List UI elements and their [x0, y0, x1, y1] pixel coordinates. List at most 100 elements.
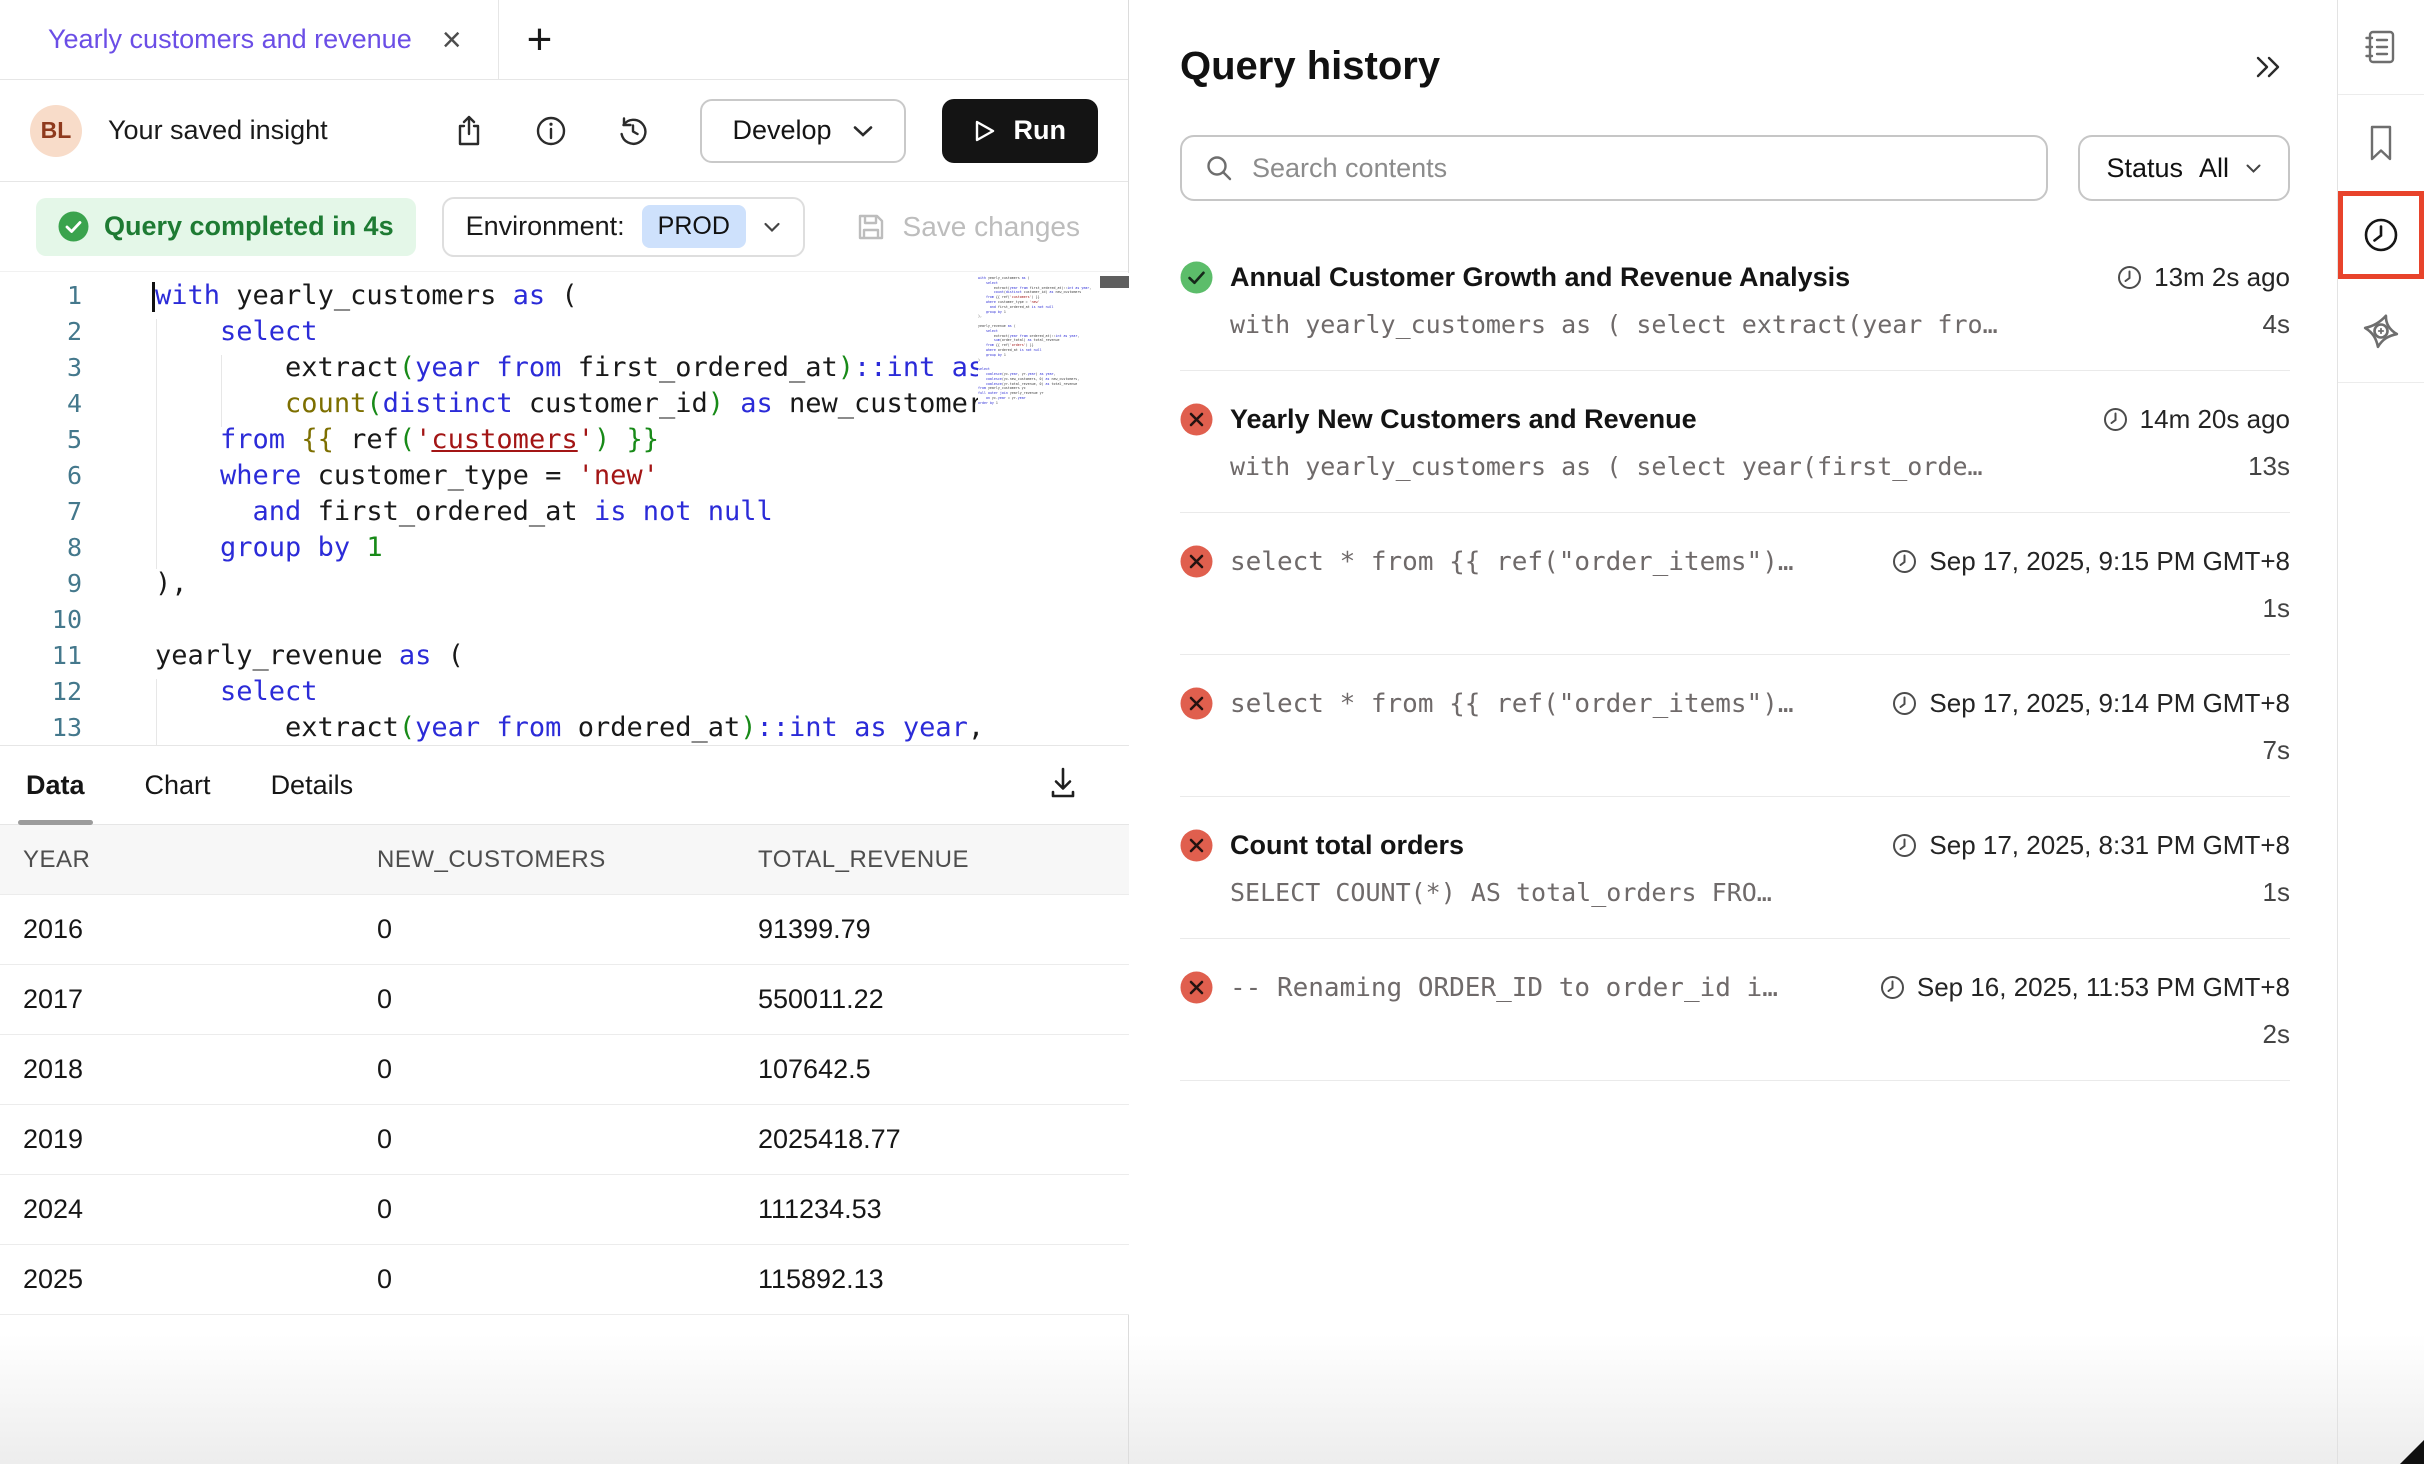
code-line[interactable]: 8 group by 1 — [0, 530, 1129, 566]
code-lines: 1with yearly_customers as (2 select3 ext… — [0, 278, 1129, 745]
sidebar-item-query-history-selected[interactable] — [2338, 191, 2424, 279]
results-table-body: 2016091399.7920170550011.2220180107642.5… — [0, 895, 1129, 1315]
results-table: YEARNEW_CUSTOMERSTOTAL_REVENUE 201609139… — [0, 825, 1129, 1315]
code-line[interactable]: 13 extract(year from ordered_at)::int as… — [0, 710, 1129, 745]
environment-label: Environment: — [466, 211, 625, 242]
history-item[interactable]: Annual Customer Growth and Revenue Analy… — [1180, 229, 2290, 371]
share-icon — [451, 113, 487, 149]
code-line[interactable]: 10 — [0, 602, 1129, 638]
tab-yearly-customers[interactable]: Yearly customers and revenue × — [0, 0, 498, 79]
status-filter-label: Status — [2106, 153, 2183, 184]
sql-code-editor[interactable]: 1with yearly_customers as (2 select3 ext… — [0, 273, 1129, 745]
resize-corner[interactable] — [2400, 1440, 2424, 1464]
history-item[interactable]: -- Renaming ORDER_ID to order_id i…Sep 1… — [1180, 939, 2290, 1081]
editor-minimap[interactable]: with yearly_customers as ( select extrac… — [978, 276, 1084, 406]
collapse-panel-button[interactable] — [2246, 45, 2290, 89]
spark-compass-icon — [2359, 309, 2403, 353]
new-tab-button[interactable]: + — [499, 22, 581, 57]
environment-select[interactable]: Environment: PROD — [442, 197, 805, 257]
clock-icon — [1891, 690, 1918, 717]
table-cell: 2024 — [0, 1194, 377, 1225]
history-item-title: select * from {{ ref("order_items")… — [1230, 689, 1874, 719]
table-cell: 2025418.77 — [758, 1124, 1129, 1155]
version-history-button[interactable] — [604, 102, 662, 160]
code-line[interactable]: 1with yearly_customers as ( — [0, 278, 1129, 314]
history-item[interactable]: Count total ordersSep 17, 2025, 8:31 PM … — [1180, 797, 2290, 939]
clock-icon — [2102, 406, 2129, 433]
query-status-row: Query completed in 4s Environment: PROD … — [0, 182, 1128, 272]
run-label: Run — [1014, 115, 1066, 146]
history-item[interactable]: select * from {{ ref("order_items")…Sep … — [1180, 655, 2290, 797]
save-changes-button[interactable]: Save changes — [855, 211, 1080, 243]
table-cell: 0 — [377, 1054, 758, 1085]
download-results-button[interactable] — [1040, 760, 1086, 806]
run-button[interactable]: Run — [942, 99, 1098, 163]
results-tab-bar: Data Chart Details — [0, 745, 1129, 825]
sidebar-item-copilot[interactable] — [2338, 279, 2424, 383]
line-number: 4 — [0, 386, 112, 422]
search-box[interactable] — [1180, 135, 2048, 201]
table-cell: 2019 — [0, 1124, 377, 1155]
history-item-timestamp: Sep 17, 2025, 8:31 PM GMT+8 — [1891, 830, 2290, 861]
table-cell: 0 — [377, 1124, 758, 1155]
history-item-title: select * from {{ ref("order_items")… — [1230, 547, 1874, 577]
code-line[interactable]: 3 extract(year from first_ordered_at)::i… — [0, 350, 1129, 386]
search-input[interactable] — [1252, 153, 2024, 184]
share-button[interactable] — [440, 102, 498, 160]
table-cell: 0 — [377, 1264, 758, 1295]
history-item[interactable]: Yearly New Customers and Revenue14m 20s … — [1180, 371, 2290, 513]
sidebar-item-bookmarks[interactable] — [2338, 95, 2424, 191]
results-tab-data[interactable]: Data — [26, 746, 85, 824]
insight-toolbar: BL Your saved insight — [0, 80, 1128, 182]
error-icon — [1180, 829, 1213, 862]
code-line[interactable]: 6 where customer_type = 'new' — [0, 458, 1129, 494]
results-table-header: YEARNEW_CUSTOMERSTOTAL_REVENUE — [0, 825, 1129, 895]
table-cell: 91399.79 — [758, 914, 1129, 945]
history-item-snippet: with yearly_customers as ( select extrac… — [1230, 310, 2243, 339]
code-line[interactable]: 4 count(distinct customer_id) as new_cus… — [0, 386, 1129, 422]
table-row: 20180107642.5 — [0, 1035, 1129, 1105]
success-icon — [1180, 261, 1213, 294]
chevron-down-icon — [2245, 163, 2262, 174]
table-cell: 2025 — [0, 1264, 377, 1295]
table-cell: 115892.13 — [758, 1264, 1129, 1295]
column-header: TOTAL_REVENUE — [758, 846, 1129, 874]
code-line[interactable]: 11yearly_revenue as ( — [0, 638, 1129, 674]
clock-icon — [2360, 214, 2402, 256]
status-filter-value: All — [2199, 153, 2229, 184]
avatar[interactable]: BL — [30, 105, 82, 157]
history-item[interactable]: select * from {{ ref("order_items")…Sep … — [1180, 513, 2290, 655]
history-item-title: Annual Customer Growth and Revenue Analy… — [1230, 262, 2099, 293]
error-icon — [1180, 403, 1213, 436]
line-number: 13 — [0, 710, 112, 745]
table-cell: 2018 — [0, 1054, 377, 1085]
sidebar-item-notebook[interactable] — [2338, 0, 2424, 95]
results-tab-chart[interactable]: Chart — [145, 746, 211, 824]
right-icon-sidebar — [2337, 0, 2424, 1464]
code-line[interactable]: 2 select — [0, 314, 1129, 350]
code-line[interactable]: 5 from {{ ref('customers') }} — [0, 422, 1129, 458]
column-header: YEAR — [0, 846, 377, 874]
line-number: 10 — [0, 602, 112, 638]
save-icon — [855, 211, 887, 243]
develop-label: Develop — [732, 115, 831, 146]
saved-insight-label: Your saved insight — [108, 115, 328, 146]
table-cell: 0 — [377, 1194, 758, 1225]
code-line[interactable]: 7 and first_ordered_at is not null — [0, 494, 1129, 530]
line-number: 8 — [0, 530, 112, 566]
editor-scrollbar-thumb[interactable] — [1100, 276, 1129, 288]
search-icon — [1204, 153, 1234, 183]
environment-value-badge: PROD — [642, 205, 746, 248]
column-header: NEW_CUSTOMERS — [377, 846, 758, 874]
info-button[interactable] — [522, 102, 580, 160]
code-line[interactable]: 9), — [0, 566, 1129, 602]
close-tab-icon[interactable]: × — [442, 23, 462, 57]
code-line[interactable]: 12 select — [0, 674, 1129, 710]
history-item-duration: 1s — [2243, 877, 2290, 908]
editor-panel: Yearly customers and revenue × + BL Your… — [0, 0, 1129, 1464]
develop-dropdown[interactable]: Develop — [700, 99, 905, 163]
status-filter-dropdown[interactable]: Status All — [2078, 135, 2290, 201]
line-number: 3 — [0, 350, 112, 386]
error-icon — [1180, 971, 1213, 1004]
results-tab-details[interactable]: Details — [271, 746, 354, 824]
